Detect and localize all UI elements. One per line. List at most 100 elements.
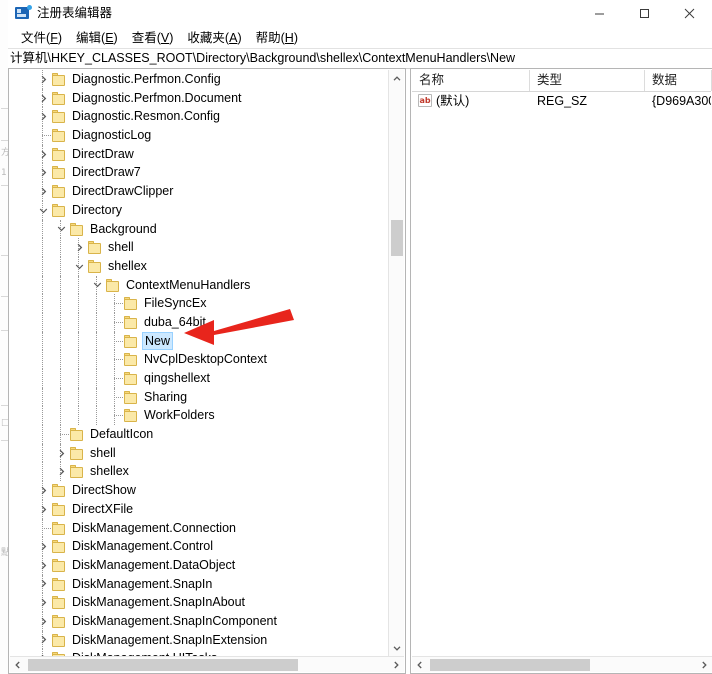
chevron-down-icon[interactable] [72,257,86,275]
tree-horizontal-scrollbar[interactable] [10,656,404,672]
chevron-right-icon[interactable] [36,556,50,574]
address-bar[interactable]: 计算机\HKEY_CLASSES_ROOT\Directory\Backgrou… [8,48,712,69]
tree-node-diskmanagement-uitasks[interactable]: DiskManagement.UITasks [10,649,389,656]
chevron-right-icon[interactable] [54,444,68,462]
tree-node-label[interactable]: DirectShow [70,481,138,499]
tree-node-contextmenuhandlers[interactable]: ContextMenuHandlers [10,275,389,295]
tree-node-label[interactable]: Directory [70,201,124,219]
tree-vertical-scrollbar[interactable] [388,70,404,656]
tree-node-label[interactable]: DirectDrawClipper [70,182,175,200]
tree-node-defaulticon[interactable]: DefaultIcon [10,425,389,444]
tree-node-diskmanagement-connection[interactable]: DiskManagement.Connection [10,518,389,538]
tree-node-shell[interactable]: shell [10,238,389,257]
tree-node-diskmanagement-snapin[interactable]: DiskManagement.SnapIn [10,574,389,594]
tree-node-diagnostic-resmon-config[interactable]: Diagnostic.Resmon.Config [10,107,389,127]
chevron-right-icon[interactable] [36,594,50,612]
tree-node-label[interactable]: DiagnosticLog [70,126,153,144]
chevron-right-icon[interactable] [36,575,50,593]
chevron-right-icon[interactable] [36,108,50,126]
tree-node-label[interactable]: DiskManagement.SnapIn [70,575,214,593]
menu-favorites[interactable]: 收藏夹(A) [180,30,248,46]
chevron-down-icon[interactable] [36,201,50,219]
values-scroll-right-icon[interactable] [696,657,712,673]
chevron-right-icon[interactable] [36,89,50,107]
tree-node-diagnostic-perfmon-document[interactable]: Diagnostic.Perfmon.Document [10,88,389,108]
values-scroll-left-icon[interactable] [412,657,428,673]
tree-node-nvcpldesktopcontext[interactable]: NvCplDesktopContext [10,350,389,369]
chevron-down-icon[interactable] [54,220,68,238]
registry-tree[interactable]: Diagnostic.Perfmon.Config Diagnostic.Perf… [10,70,389,656]
tree-node-label[interactable]: Diagnostic.Perfmon.Document [70,89,244,107]
column-header-data[interactable]: 数据 [645,70,712,91]
tree-node-sharing[interactable]: Sharing [10,387,389,407]
chevron-right-icon[interactable] [36,164,50,182]
chevron-right-icon[interactable] [36,481,50,499]
menu-edit[interactable]: 编辑(E) [69,30,125,46]
tree-node-diskmanagement-snapincomponent[interactable]: DiskManagement.SnapInComponent [10,611,389,631]
minimize-button[interactable] [577,0,622,26]
tree-node-duba-64bit[interactable]: duba_64bit [10,312,389,332]
tree-node-qingshellext[interactable]: qingshellext [10,369,389,388]
tree-node-label[interactable]: DiskManagement.SnapInAbout [70,593,247,611]
tree-node-label[interactable]: Diagnostic.Perfmon.Config [70,70,223,88]
tree-node-label[interactable]: FileSyncEx [142,294,209,312]
tree-node-label[interactable]: Sharing [142,388,189,406]
chevron-right-icon[interactable] [36,500,50,518]
tree-node-directdraw7[interactable]: DirectDraw7 [10,163,389,183]
chevron-right-icon[interactable] [36,145,50,163]
menu-view[interactable]: 查看(V) [125,30,181,46]
values-horizontal-scrollbar[interactable] [412,656,712,672]
chevron-right-icon[interactable] [36,538,50,556]
tree-node-label[interactable]: shell [88,444,118,462]
tree-node-directory[interactable]: Directory [10,200,389,220]
chevron-right-icon[interactable] [36,631,50,649]
tree-node-label[interactable]: shell [106,238,136,256]
value-row[interactable]: ab(默认)REG_SZ{D969A300-E [412,91,711,111]
tree-node-label[interactable]: NvCplDesktopContext [142,350,269,368]
chevron-down-icon[interactable] [90,276,104,294]
tree-node-label[interactable]: Background [88,220,159,238]
chevron-right-icon[interactable] [36,182,50,200]
tree-node-label[interactable]: DiskManagement.UITasks [70,649,219,656]
tree-node-label[interactable]: DiskManagement.SnapInComponent [70,612,279,630]
tree-node-directdraw[interactable]: DirectDraw [10,144,389,164]
scroll-down-icon[interactable] [389,639,405,656]
tree-node-label-selected[interactable]: New [142,331,174,350]
column-header-type[interactable]: 类型 [530,70,645,91]
tree-node-label[interactable]: DiskManagement.SnapInExtension [70,631,269,649]
tree-node-diagnostic-perfmon-config[interactable]: Diagnostic.Perfmon.Config [10,70,389,89]
tree-node-directshow[interactable]: DirectShow [10,481,389,500]
tree-node-background[interactable]: Background [10,219,389,239]
close-button[interactable] [667,0,712,26]
tree-node-label[interactable]: WorkFolders [142,406,217,424]
tree-node-diagnosticlog[interactable]: DiagnosticLog [10,126,389,145]
tree-node-shellex[interactable]: shellex [10,256,389,276]
tree-node-diskmanagement-dataobject[interactable]: DiskManagement.DataObject [10,555,389,575]
tree-node-label[interactable]: DirectXFile [70,500,135,518]
tree-node-filesyncex[interactable]: FileSyncEx [10,294,389,313]
chevron-right-icon[interactable] [54,463,68,481]
tree-node-label[interactable]: shellex [88,462,131,480]
tree-node-label[interactable]: DiskManagement.Control [70,537,215,555]
tree-node-workfolders[interactable]: WorkFolders [10,406,389,426]
tree-node-label[interactable]: duba_64bit [142,313,208,331]
values-list[interactable]: ab(默认)REG_SZ{D969A300-E [412,91,711,651]
chevron-right-icon[interactable] [72,239,86,257]
tree-node-label[interactable]: DefaultIcon [88,425,155,443]
tree-node-directxfile[interactable]: DirectXFile [10,499,389,519]
tree-node-diskmanagement-snapinabout[interactable]: DiskManagement.SnapInAbout [10,593,389,612]
tree-node-label[interactable]: DirectDraw7 [70,163,143,181]
tree-node-shellex[interactable]: shellex [10,462,389,482]
scroll-right-icon[interactable] [388,657,404,673]
scroll-up-icon[interactable] [389,70,405,87]
chevron-right-icon[interactable] [36,70,50,88]
tree-node-new[interactable]: New [10,331,389,351]
tree-node-directdrawclipper[interactable]: DirectDrawClipper [10,182,389,201]
tree-node-label[interactable]: DirectDraw [70,145,136,163]
tree-node-label[interactable]: Diagnostic.Resmon.Config [70,107,222,125]
menu-help[interactable]: 帮助(H) [249,30,305,46]
menu-file[interactable]: 文件(F) [14,30,69,46]
scroll-left-icon[interactable] [10,657,26,673]
tree-node-shell[interactable]: shell [10,443,389,463]
maximize-button[interactable] [622,0,667,26]
